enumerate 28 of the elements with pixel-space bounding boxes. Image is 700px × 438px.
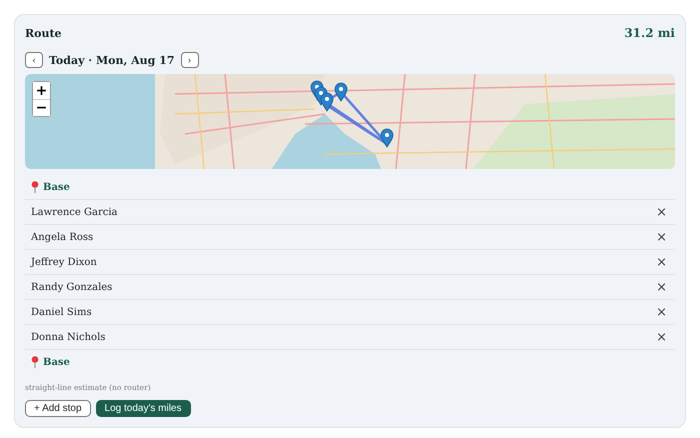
map-view[interactable]: + − [25,74,675,169]
card-title: Route [25,26,62,40]
base-label: Base [43,356,70,368]
remove-stop-button[interactable]: × [654,254,669,270]
pin-icon [31,181,39,193]
remove-stop-button[interactable]: × [654,304,669,320]
stop-name: Daniel Sims [31,306,92,318]
next-day-button[interactable]: › [180,52,198,68]
remove-stop-button[interactable]: × [654,330,669,344]
zoom-out-button[interactable]: − [33,99,50,116]
remove-stop-button[interactable]: × [654,204,669,220]
remove-stop-button[interactable]: × [654,280,669,294]
map-marker-icon[interactable] [334,83,348,102]
stop-name: Donna Nichols [31,332,106,342]
stop-name: Angela Ross [31,232,94,242]
base-label: Base [43,182,70,192]
remove-stop-button[interactable]: × [654,230,669,244]
stop-name: Jeffrey Dixon [31,256,97,268]
map-marker-icon[interactable] [320,93,334,112]
log-miles-button[interactable]: Log today's miles [96,400,190,417]
previous-day-button[interactable]: ‹ [25,52,43,68]
date-label: Today · Mon, Aug 17 [49,54,174,67]
pin-icon [31,356,39,368]
stop-name: Lawrence Garcia [31,206,118,218]
stop-name: Randy Gonzales [31,282,112,292]
add-stop-button[interactable]: + Add stop [25,400,91,417]
route-distance: 31.2 mi [624,26,675,40]
map-marker-icon[interactable] [380,129,394,148]
